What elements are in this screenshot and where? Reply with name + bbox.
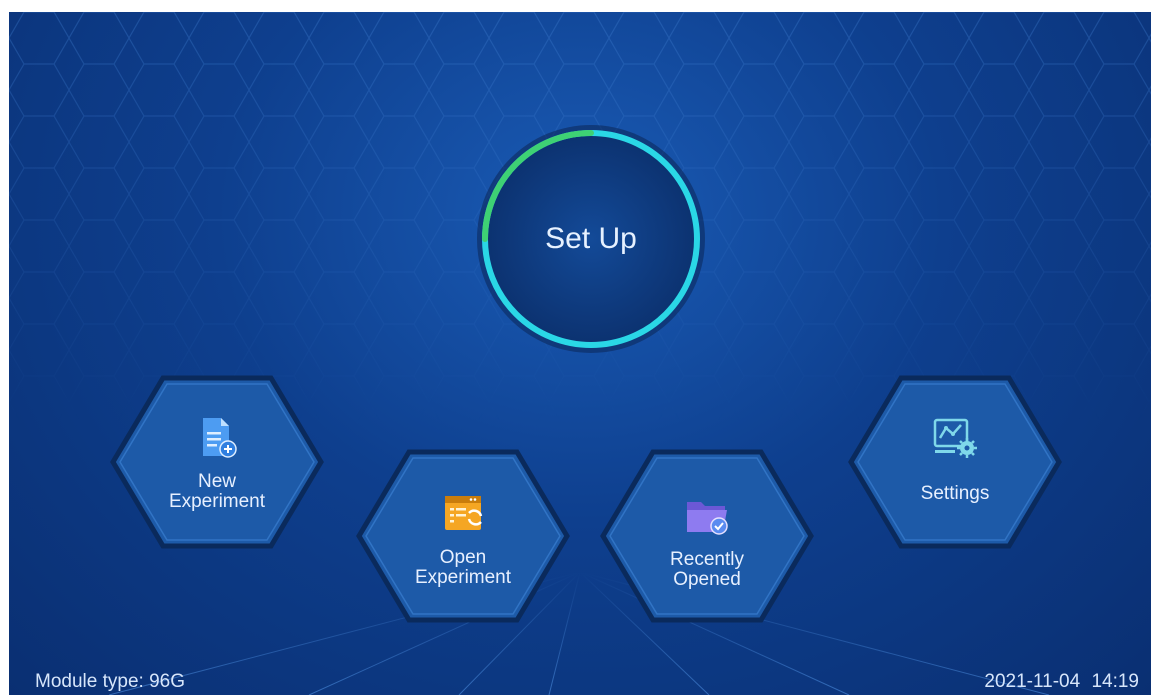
recently-opened-line2: Opened xyxy=(673,569,741,590)
open-window-refresh-icon xyxy=(445,496,483,530)
progress-ring xyxy=(477,125,705,353)
hex-frame xyxy=(848,375,1062,549)
main-screen: Set Up New Experiment Open Experiment Re… xyxy=(9,12,1151,695)
hex-frame xyxy=(110,375,324,549)
new-document-icon xyxy=(203,418,237,458)
new-experiment-line2: Experiment xyxy=(168,491,266,512)
module-type-label: Module type: 96G xyxy=(35,671,185,692)
chart-gear-icon xyxy=(933,418,977,458)
setup-button[interactable]: Set Up xyxy=(474,122,708,356)
settings-button[interactable]: Settings xyxy=(847,374,1063,550)
settings-label: Settings xyxy=(920,483,990,504)
datetime-label: 2021-11-04 14:19 xyxy=(984,671,1139,692)
folder-check-icon xyxy=(687,502,728,535)
open-experiment-button[interactable]: Open Experiment xyxy=(355,448,571,624)
new-experiment-line1: New xyxy=(197,471,236,492)
recently-opened-line1: Recently xyxy=(670,549,744,570)
open-experiment-line1: Open xyxy=(439,547,487,568)
open-experiment-line2: Experiment xyxy=(414,567,512,588)
recently-opened-button[interactable]: Recently Opened xyxy=(599,448,815,624)
hex-frame xyxy=(356,449,570,623)
new-experiment-button[interactable]: New Experiment xyxy=(109,374,325,550)
